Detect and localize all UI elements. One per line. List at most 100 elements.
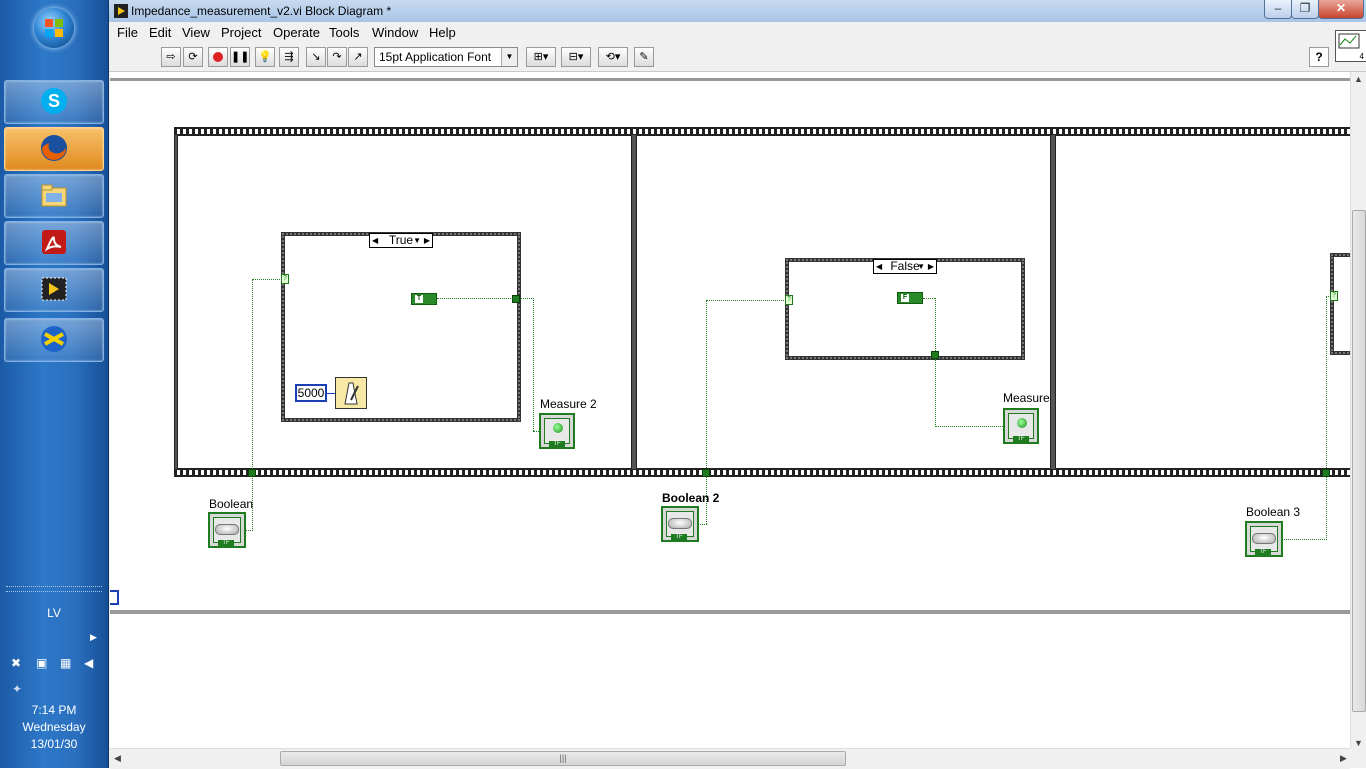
menu-window[interactable]: Window xyxy=(372,25,418,40)
wire-true-to-tunnel xyxy=(437,298,513,300)
decrement-case-icon[interactable]: ◀ xyxy=(876,260,882,273)
sequence-bottom-film xyxy=(174,468,1350,477)
wire-boolean2-out xyxy=(698,524,707,526)
taskbar-app-firefox[interactable] xyxy=(4,127,104,171)
wait-ms-function[interactable] xyxy=(335,377,367,409)
wire-boolean-vertical xyxy=(252,279,254,529)
windows-logo-icon xyxy=(45,19,63,37)
abort-button[interactable] xyxy=(208,47,228,67)
system-tray: LV ▶ ✖ ▣ ▦ ◀ ✦ 7:14 PM Wednesday 13/01/3… xyxy=(0,580,108,768)
menu-bar: File Edit View Project Operate Tools Win… xyxy=(109,22,1366,43)
numeric-constant[interactable]: 5000 xyxy=(295,384,327,402)
boolean2-control[interactable]: TF xyxy=(661,506,699,542)
sequence-top-film xyxy=(174,127,1350,136)
dropbox-icon[interactable]: ✦ xyxy=(12,682,26,696)
boolean-control[interactable]: TF xyxy=(208,512,246,548)
measure2-indicator[interactable]: TF xyxy=(539,413,575,449)
true-constant[interactable]: T xyxy=(411,293,437,305)
increment-case-icon[interactable]: ▶ xyxy=(424,234,430,247)
led-icon xyxy=(1017,418,1027,428)
language-indicator[interactable]: LV xyxy=(0,606,108,620)
chevron-down-icon[interactable]: ▼ xyxy=(413,234,421,247)
taskbar-app-explorer[interactable] xyxy=(4,174,104,218)
step-out-button[interactable]: ↗ xyxy=(348,47,368,67)
menu-operate[interactable]: Operate xyxy=(273,25,320,40)
menu-help[interactable]: Help xyxy=(429,25,456,40)
highlight-execution-button[interactable]: 💡 xyxy=(255,47,275,67)
svg-text:S: S xyxy=(48,91,60,111)
retain-wire-values-button[interactable]: ⇶ xyxy=(279,47,299,67)
close-button[interactable]: ✕ xyxy=(1318,0,1364,19)
led-icon xyxy=(553,423,563,433)
distribute-objects-button[interactable]: ⊟▾ xyxy=(561,47,591,67)
sequence-tunnel-1[interactable] xyxy=(248,469,256,477)
font-select-value: 15pt Application Font xyxy=(379,50,492,64)
network-icon[interactable]: ▦ xyxy=(60,656,74,670)
tray-grip xyxy=(6,586,102,592)
folder-icon xyxy=(41,184,67,207)
chevron-down-icon[interactable]: ▼ xyxy=(917,260,925,273)
decrement-case-icon[interactable]: ◀ xyxy=(372,234,378,247)
menu-view[interactable]: View xyxy=(182,25,210,40)
taskbar: S LV ▶ ✖ ▣ ▦ ◀ ✦ 7:14 PM Wednesday 13/01… xyxy=(0,0,109,768)
vi-connector-icon[interactable]: 4 xyxy=(1335,30,1366,62)
run-continuously-button[interactable]: ⟳ xyxy=(183,47,203,67)
context-help-button[interactable]: ? xyxy=(1309,47,1329,67)
taskbar-app-labview[interactable] xyxy=(4,268,104,312)
reorder-button[interactable]: ⟲▾ xyxy=(598,47,628,67)
boolean3-label: Boolean 3 xyxy=(1246,505,1301,519)
taskbar-app-skype[interactable]: S xyxy=(4,80,104,124)
run-button[interactable]: ⇨ xyxy=(161,47,181,67)
diagram-top-border xyxy=(110,78,1350,81)
clock-time: 7:14 PM xyxy=(31,703,77,717)
increment-case-icon[interactable]: ▶ xyxy=(928,260,934,273)
switch-icon xyxy=(1252,533,1276,544)
labview-vi-icon xyxy=(114,4,128,18)
scroll-left-icon[interactable]: ◀ xyxy=(114,753,121,764)
case-selector-terminal-1[interactable]: ? xyxy=(281,274,289,284)
show-hidden-icons-icon[interactable]: ▶ xyxy=(90,632,97,643)
menu-file[interactable]: File xyxy=(117,25,138,40)
step-over-button[interactable]: ↷ xyxy=(327,47,347,67)
measure-indicator[interactable]: TF xyxy=(1003,408,1039,444)
boolean-label: Boolean xyxy=(209,497,254,511)
menu-tools[interactable]: Tools xyxy=(329,25,359,40)
font-select[interactable]: 15pt Application Font ▼ xyxy=(374,47,518,67)
output-tunnel-1[interactable] xyxy=(512,295,520,303)
scroll-down-icon[interactable]: ▼ xyxy=(1354,738,1363,748)
skype-icon: S xyxy=(41,88,67,114)
pause-button[interactable]: ❚❚ xyxy=(230,47,250,67)
start-button[interactable] xyxy=(34,8,74,48)
vertical-scroll-thumb[interactable] xyxy=(1352,210,1366,712)
clock-day: Wednesday xyxy=(22,720,86,734)
sequence-tunnel-3[interactable] xyxy=(1322,469,1330,477)
restore-button[interactable]: ❐ xyxy=(1291,0,1319,19)
scroll-up-icon[interactable]: ▲ xyxy=(1354,74,1363,84)
scroll-right-icon[interactable]: ▶ xyxy=(1340,753,1347,764)
clipboard-icon[interactable]: ▣ xyxy=(36,656,50,670)
title-bar[interactable]: Impedance_measurement_v2.vi Block Diagra… xyxy=(109,0,1366,22)
horizontal-scroll-thumb[interactable]: ||| xyxy=(280,751,846,766)
boolean3-control[interactable]: TF xyxy=(1245,521,1283,557)
measure-label: Measure xyxy=(1003,391,1050,405)
sequence-frame-divider-2 xyxy=(1050,135,1056,469)
sequence-tunnel-2[interactable] xyxy=(702,469,710,477)
case-selector-1[interactable]: ◀ True ▼ ▶ xyxy=(369,233,433,248)
clean-up-diagram-button[interactable]: ✎ xyxy=(634,47,654,67)
case-selector-terminal-3[interactable]: ? xyxy=(1330,291,1338,301)
diagram-separator xyxy=(110,610,1350,614)
false-constant[interactable]: F xyxy=(897,292,923,304)
network-error-icon[interactable]: ✖ xyxy=(11,656,25,670)
minimize-button[interactable]: – xyxy=(1264,0,1292,19)
clock[interactable]: 7:14 PM Wednesday 13/01/30 xyxy=(0,702,108,753)
step-into-button[interactable]: ↘ xyxy=(306,47,326,67)
taskbar-app-other[interactable] xyxy=(4,318,104,362)
volume-icon[interactable]: ◀ xyxy=(84,656,98,670)
case-selector-2[interactable]: ◀ False ▼ ▶ xyxy=(873,259,937,274)
wire-into-measure xyxy=(935,426,1003,428)
taskbar-app-acrobat[interactable] xyxy=(4,221,104,265)
menu-edit[interactable]: Edit xyxy=(149,25,171,40)
menu-project[interactable]: Project xyxy=(221,25,261,40)
case-selector-terminal-2[interactable]: ? xyxy=(785,295,793,305)
align-objects-button[interactable]: ⊞▾ xyxy=(526,47,556,67)
